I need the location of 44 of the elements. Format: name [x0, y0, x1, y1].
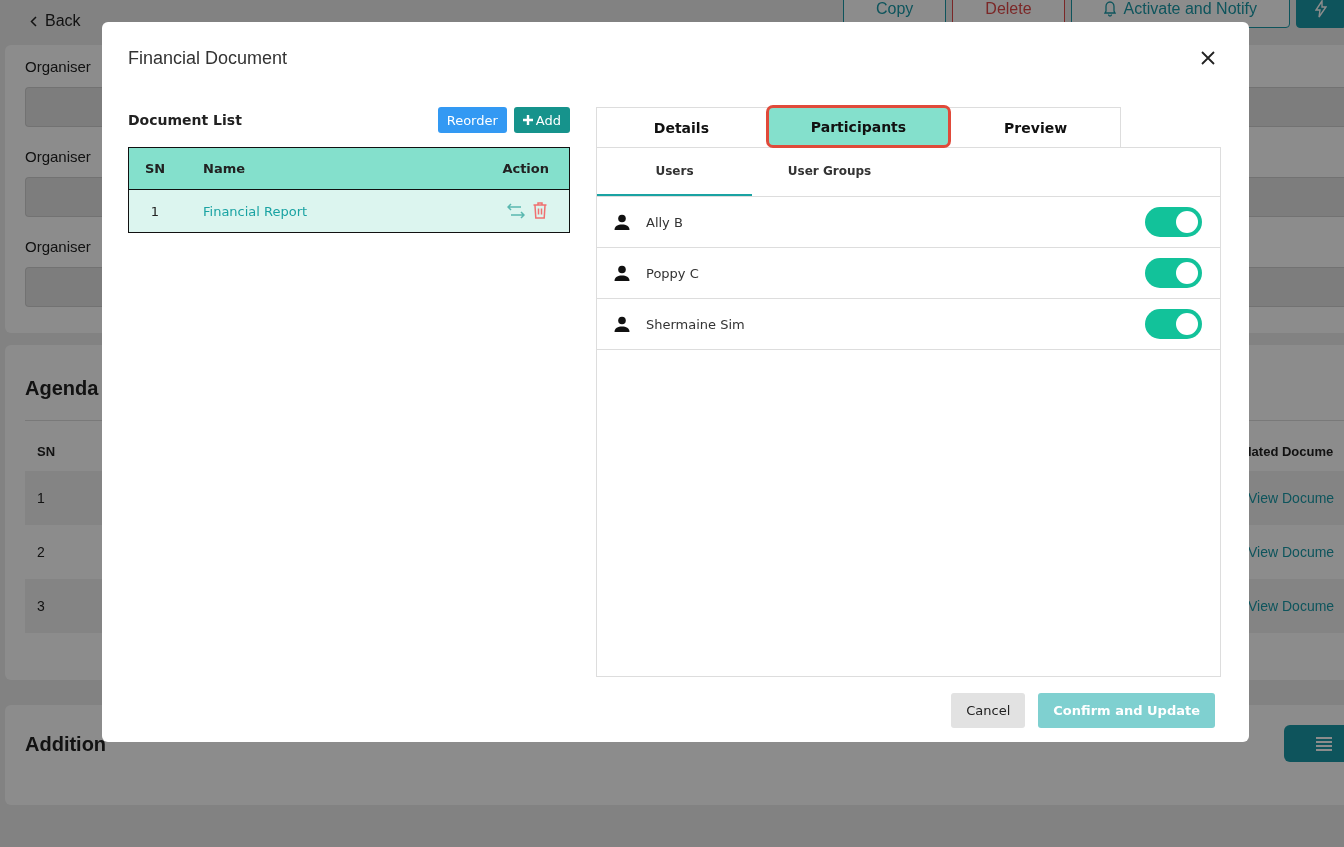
- section-title: Agenda: [25, 377, 100, 400]
- column-header: lated Docume: [1248, 443, 1335, 459]
- table-cell-text: 1: [37, 490, 46, 506]
- dialog-title: Financial Document: [128, 47, 288, 69]
- section-title: Document List: [128, 112, 242, 128]
- back-button[interactable]: Back: [30, 12, 81, 30]
- participant-name: Ally B: [646, 214, 683, 230]
- view-link[interactable]: View Docume: [1248, 544, 1344, 560]
- table-cell-text: 2: [37, 544, 46, 560]
- person-icon: [614, 214, 630, 230]
- swap-icon[interactable]: [507, 202, 525, 220]
- tab[interactable]: Participants: [765, 105, 952, 148]
- document-link[interactable]: Financial Report: [181, 203, 489, 219]
- field-label: Organiser: [25, 237, 91, 257]
- column-header: Name: [202, 161, 246, 176]
- reorder-button[interactable]: Reorder: [437, 107, 507, 133]
- column-header: SN: [37, 443, 57, 459]
- action-button[interactable]: [1296, 0, 1344, 28]
- person-icon: [614, 265, 630, 281]
- column-header: Action: [501, 161, 550, 176]
- table-cell-text: 1: [149, 203, 161, 219]
- column-header: SN: [143, 161, 167, 176]
- bell-icon: [1103, 1, 1116, 17]
- view-link[interactable]: View Docume: [1248, 598, 1344, 614]
- participant-name: Poppy C: [646, 265, 699, 281]
- list-icon: [1316, 736, 1332, 751]
- participant-name: Shermaine Sim: [646, 316, 745, 332]
- list-button[interactable]: [1284, 725, 1344, 762]
- toggle-switch[interactable]: [1145, 309, 1202, 339]
- field-label: Organiser: [25, 57, 91, 77]
- toggle-switch[interactable]: [1145, 207, 1202, 237]
- trash-icon[interactable]: [533, 202, 547, 219]
- field-label: Organiser: [25, 147, 91, 167]
- close-icon: [1201, 51, 1215, 65]
- table-cell-text: 3: [37, 598, 46, 614]
- section-title: Addition: [25, 733, 107, 756]
- lightning-icon: [1315, 0, 1327, 18]
- view-link[interactable]: View Docume: [1248, 490, 1344, 506]
- person-icon: [614, 316, 630, 332]
- chevron-left-icon: [30, 15, 37, 27]
- toggle-switch[interactable]: [1145, 258, 1202, 288]
- plus-icon: [522, 115, 533, 125]
- add-button[interactable]: Add: [513, 107, 570, 133]
- cancel-button[interactable]: Cancel: [951, 693, 1026, 728]
